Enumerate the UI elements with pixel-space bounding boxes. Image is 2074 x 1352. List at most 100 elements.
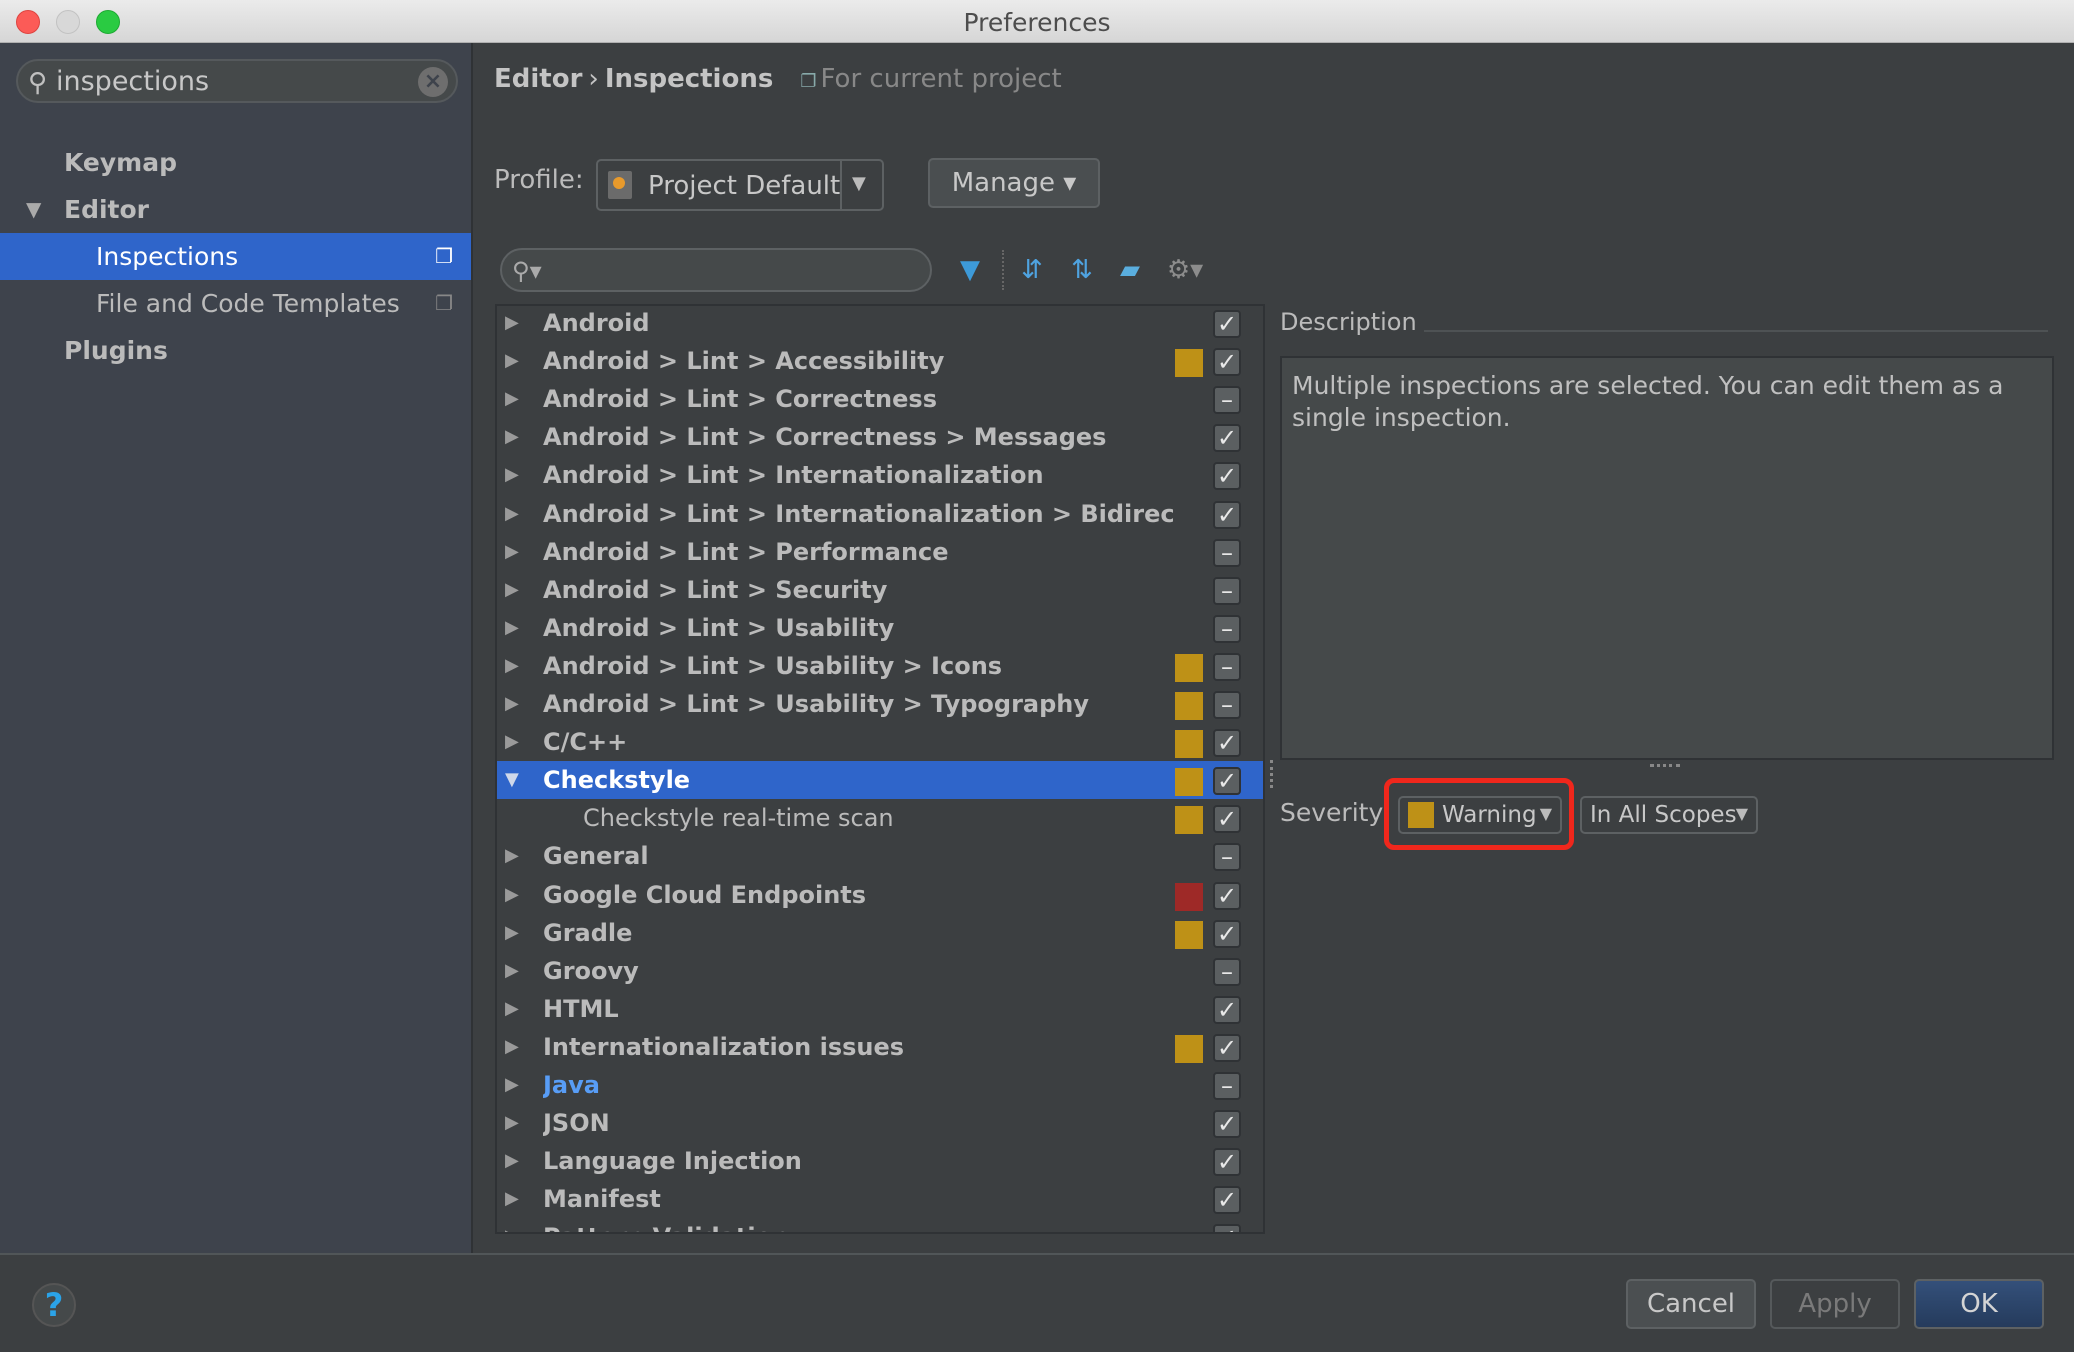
tree-row[interactable]: ▶ General – (497, 837, 1263, 875)
tree-row[interactable]: ▶ JSON ✓ (497, 1104, 1263, 1142)
collapsed-arrow-icon[interactable]: ▶ (505, 685, 519, 723)
collapsed-arrow-icon[interactable]: ▶ (505, 837, 519, 875)
description-resize-grip[interactable] (1650, 764, 1680, 768)
checkbox-checked[interactable]: ✓ (1213, 1148, 1241, 1176)
checkbox-checked[interactable]: ✓ (1213, 1224, 1241, 1232)
tree-row[interactable]: ▶ Android > Lint > Usability > Typography… (497, 685, 1263, 723)
checkbox-checked[interactable]: ✓ (1213, 310, 1241, 338)
tree-row[interactable]: ▶ Android > Lint > Correctness > Messages… (497, 418, 1263, 456)
sidebar-item-plugins[interactable]: Plugins (0, 327, 471, 374)
collapsed-arrow-icon[interactable]: ▶ (505, 495, 519, 533)
search-options-icon[interactable]: ⚲▾ (512, 257, 542, 285)
collapsed-arrow-icon[interactable]: ▶ (505, 418, 519, 456)
splitter-handle[interactable] (1270, 760, 1274, 788)
tree-row[interactable]: ▶ Android > Lint > Correctness – (497, 380, 1263, 418)
collapsed-arrow-icon[interactable]: ▶ (505, 1104, 519, 1142)
tree-row[interactable]: ▶ Manifest ✓ (497, 1180, 1263, 1218)
tree-row[interactable]: ▶ Language Injection ✓ (497, 1142, 1263, 1180)
profile-dropdown[interactable]: Project Default ▼ (596, 159, 884, 211)
collapsed-arrow-icon[interactable]: ▶ (505, 533, 519, 571)
tree-row[interactable]: ▶ Gradle ✓ (497, 914, 1263, 952)
collapsed-arrow-icon[interactable]: ▶ (505, 456, 519, 494)
sidebar-item-keymap[interactable]: Keymap (0, 139, 471, 186)
checkbox-partial[interactable]: – (1213, 577, 1241, 605)
clear-search-icon[interactable]: × (418, 67, 448, 97)
checkbox-checked[interactable]: ✓ (1213, 462, 1241, 490)
collapsed-arrow-icon[interactable]: ▶ (505, 342, 519, 380)
sidebar-item-editor[interactable]: ▼ Editor (0, 186, 471, 233)
scope-dropdown[interactable]: In All Scopes ▼ (1580, 796, 1758, 834)
filter-icon[interactable]: ▼ (952, 252, 988, 288)
sidebar-item-inspections[interactable]: Inspections ❐ (0, 233, 471, 280)
checkbox-checked[interactable]: ✓ (1213, 1186, 1241, 1214)
gear-icon[interactable]: ⚙▾ (1162, 252, 1208, 288)
tree-row[interactable]: ▶ Android > Lint > Internationalization >… (497, 495, 1263, 533)
checkbox-checked[interactable]: ✓ (1213, 1034, 1241, 1062)
checkbox-checked[interactable]: ✓ (1213, 805, 1241, 833)
tree-row[interactable]: ▶ Android > Lint > Performance – (497, 533, 1263, 571)
tree-row[interactable]: ▶ Pattern Validation ✓ (497, 1218, 1263, 1232)
checkbox-partial[interactable]: – (1213, 386, 1241, 414)
collapse-all-icon[interactable]: ⇅ (1064, 252, 1100, 288)
tree-row[interactable]: ▶ Groovy – (497, 952, 1263, 990)
collapsed-arrow-icon[interactable]: ▶ (505, 380, 519, 418)
tree-row[interactable]: ▶ Android > Lint > Usability – (497, 609, 1263, 647)
collapsed-arrow-icon[interactable]: ▶ (505, 1180, 519, 1218)
help-button[interactable]: ? (32, 1283, 76, 1327)
checkbox-partial[interactable]: – (1213, 958, 1241, 986)
collapsed-arrow-icon[interactable]: ▶ (505, 914, 519, 952)
tree-row[interactable]: ▶ Android > Lint > Internationalization ✓ (497, 456, 1263, 494)
checkbox-checked[interactable]: ✓ (1213, 920, 1241, 948)
collapsed-arrow-icon[interactable]: ▶ (505, 723, 519, 761)
collapsed-arrow-icon[interactable]: ▶ (505, 647, 519, 685)
checkbox-partial[interactable]: – (1213, 843, 1241, 871)
collapsed-arrow-icon[interactable]: ▶ (505, 1028, 519, 1066)
tree-row[interactable]: ▶ Java – (497, 1066, 1263, 1104)
cancel-button[interactable]: Cancel (1626, 1279, 1756, 1329)
tree-row[interactable]: ▶ Android ✓ (497, 306, 1263, 342)
tree-row[interactable]: ▼ Checkstyle ✓ (497, 761, 1263, 799)
tree-row[interactable]: ▶ Google Cloud Endpoints ✓ (497, 876, 1263, 914)
severity-dropdown[interactable]: Warning ▼ (1398, 796, 1562, 834)
checkbox-partial[interactable]: – (1213, 539, 1241, 567)
tree-row[interactable]: Checkstyle real-time scan ✓ (497, 799, 1263, 837)
manage-button[interactable]: Manage ▾ (928, 158, 1100, 208)
tree-row[interactable]: ▶ Android > Lint > Security – (497, 571, 1263, 609)
checkbox-checked[interactable]: ✓ (1213, 348, 1241, 376)
checkbox-partial[interactable]: – (1213, 691, 1241, 719)
collapsed-arrow-icon[interactable]: ▶ (505, 609, 519, 647)
checkbox-partial[interactable]: – (1213, 653, 1241, 681)
reset-eraser-icon[interactable]: ▰ (1112, 252, 1148, 288)
checkbox-checked[interactable]: ✓ (1213, 767, 1241, 795)
inspections-tree[interactable]: ▶ Android ✓ ▶ Android > Lint > Accessibility… (495, 304, 1265, 1234)
settings-search-input[interactable] (56, 64, 426, 98)
expanded-arrow-icon[interactable]: ▼ (26, 186, 41, 233)
tree-row[interactable]: ▶ Android > Lint > Usability > Icons – (497, 647, 1263, 685)
tree-row[interactable]: ▶ C/C++ ✓ (497, 723, 1263, 761)
checkbox-partial[interactable]: – (1213, 615, 1241, 643)
collapsed-arrow-icon[interactable]: ▶ (505, 952, 519, 990)
collapsed-arrow-icon[interactable]: ▶ (505, 990, 519, 1028)
apply-button[interactable]: Apply (1770, 1279, 1900, 1329)
tree-row[interactable]: ▶ HTML ✓ (497, 990, 1263, 1028)
collapsed-arrow-icon[interactable]: ▶ (505, 571, 519, 609)
tree-row[interactable]: ▶ Internationalization issues ✓ (497, 1028, 1263, 1066)
checkbox-checked[interactable]: ✓ (1213, 501, 1241, 529)
breadcrumb-editor[interactable]: Editor (494, 64, 582, 94)
collapsed-arrow-icon[interactable]: ▶ (505, 876, 519, 914)
checkbox-checked[interactable]: ✓ (1213, 729, 1241, 757)
sidebar-item-file-and-code-templates[interactable]: File and Code Templates ❐ (0, 280, 471, 327)
chevron-down-icon[interactable]: ▼ (852, 173, 866, 194)
checkbox-checked[interactable]: ✓ (1213, 882, 1241, 910)
expand-all-icon[interactable]: ⇵ (1014, 252, 1050, 288)
checkbox-checked[interactable]: ✓ (1213, 1110, 1241, 1138)
checkbox-checked[interactable]: ✓ (1213, 996, 1241, 1024)
collapsed-arrow-icon[interactable]: ▶ (505, 1218, 519, 1232)
collapsed-arrow-icon[interactable]: ▶ (505, 1066, 519, 1104)
ok-button[interactable]: OK (1914, 1279, 2044, 1329)
tree-row[interactable]: ▶ Android > Lint > Accessibility ✓ (497, 342, 1263, 380)
checkbox-partial[interactable]: – (1213, 1072, 1241, 1100)
inspection-search-input[interactable] (552, 254, 912, 286)
collapsed-arrow-icon[interactable]: ▶ (505, 1142, 519, 1180)
expanded-arrow-icon[interactable]: ▼ (505, 761, 519, 799)
